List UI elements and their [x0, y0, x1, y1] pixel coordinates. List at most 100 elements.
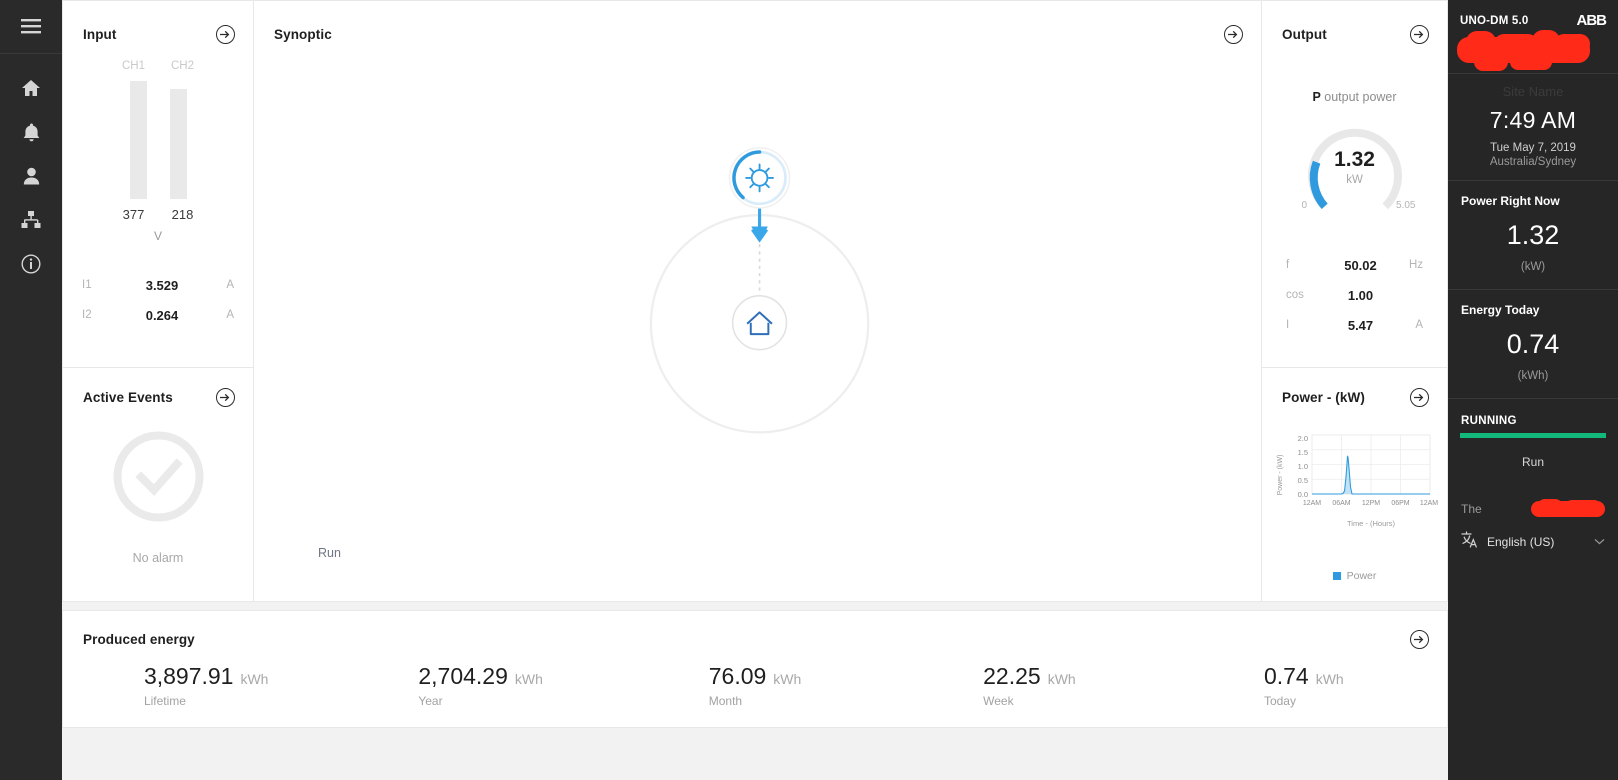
output-details-arrow-button[interactable] [1410, 25, 1429, 44]
produced-energy-label: Month [708, 694, 743, 708]
abb-logo: ABB [1576, 12, 1607, 29]
power-chart-svg[interactable]: Power - (kW) 2.0 1.5 1.0 0.5 0.0 12AM 06… [1270, 423, 1440, 551]
produced-energy-label: Week [983, 694, 1014, 708]
chart-ylabel: Power - (kW) [1277, 455, 1284, 496]
channel-bar [129, 81, 147, 199]
power-chart-header: Power - (kW) [1262, 368, 1447, 407]
produced-energy-value: 76.09 [708, 663, 767, 689]
language-value: English (US) [1487, 535, 1555, 549]
output-gauge-label-text: output power [1320, 90, 1397, 104]
translate-icon [1461, 531, 1478, 553]
chart-ytick: 1.5 [1298, 448, 1308, 457]
arrow-right-icon [1414, 26, 1425, 44]
produced-energy-label: Lifetime [143, 694, 186, 708]
produced-energy-details-arrow-button[interactable] [1410, 630, 1429, 649]
hamburger-menu-button[interactable] [0, 0, 62, 54]
network-icon [21, 211, 41, 229]
sidebar-item-devices[interactable] [0, 198, 62, 242]
chart-grid [1311, 434, 1431, 495]
output-gauge-unit: kW [1346, 174, 1363, 186]
output-header: Output [1262, 1, 1447, 44]
produced-energy-item: 76.09 kWh Month [618, 663, 892, 710]
power-chart-details-arrow-button[interactable] [1410, 388, 1429, 407]
produced-energy-item: 22.25 kWh Week [892, 663, 1166, 710]
top-cards-row: Input CH1 CH2 377 218 V I1 3.529 A I2 0.… [62, 0, 1448, 602]
channel-labels: CH1 CH2 [63, 60, 253, 72]
produced-energy-title: Produced energy [83, 632, 195, 647]
current-time: 7:49 AM [1489, 107, 1577, 133]
dashboard-root: Input CH1 CH2 377 218 V I1 3.529 A I2 0.… [0, 0, 1618, 780]
sidebar-item-alerts[interactable] [0, 110, 62, 154]
synoptic-load-node [731, 295, 788, 351]
chart-xtick: 12PM [1362, 500, 1380, 507]
power-right-now-label: Power Right Now [1461, 194, 1560, 208]
chevron-down-icon [1594, 536, 1605, 548]
channel-value: 377 [122, 207, 145, 222]
arrow-right-icon [220, 389, 231, 407]
output-gauge-label-symbol: P [1312, 90, 1321, 104]
arrow-right-icon [1414, 389, 1425, 407]
energy-today-section: Energy Today 0.74 (kWh) [1448, 290, 1618, 399]
output-value: 5.47 [1347, 317, 1374, 333]
chart-ytick: 1.0 [1298, 462, 1308, 471]
input-details-arrow-button[interactable] [216, 25, 235, 44]
output-unit: Hz [1408, 259, 1423, 271]
left-column: Input CH1 CH2 377 218 V I1 3.529 A I2 0.… [62, 0, 254, 602]
right-column: Output P output power 1.32 kW 0 5.05 f 5… [1262, 0, 1448, 602]
active-events-header: Active Events [63, 368, 253, 407]
power-chart-card: Power - (kW) Power - (kW) 2.0 1.5 1.0 0.… [1262, 368, 1448, 602]
produced-energy-label: Today [1263, 694, 1296, 708]
synoptic-source-node [728, 147, 791, 209]
current-key: I1 [82, 279, 92, 291]
sidebar-item-home[interactable] [0, 66, 62, 110]
arrow-right-icon [1414, 631, 1425, 649]
sidebar-item-user[interactable] [0, 154, 62, 198]
produced-energy-label: Year [418, 694, 443, 708]
current-unit: A [226, 309, 234, 321]
output-measurement-row: f 50.02 Hz [1286, 250, 1423, 280]
channel-values: 377 218 [63, 207, 253, 222]
legend-label-power: Power [1346, 570, 1377, 582]
power-right-now-unit: (kW) [1520, 261, 1546, 273]
produced-energy-value: 0.74 [1263, 663, 1309, 689]
site-name-label: Site Name [1502, 84, 1564, 99]
alarm-status-text: No alarm [132, 551, 184, 565]
input-card-title: Input [83, 27, 117, 42]
chart-ytick: 0.5 [1298, 476, 1308, 485]
language-selector[interactable]: English (US) [1448, 519, 1618, 553]
synoptic-run-label: Run [318, 546, 341, 560]
current-unit: A [226, 279, 234, 291]
sidebar-item-info[interactable] [0, 242, 62, 286]
produced-energy-values: 3,897.91 kWh Lifetime 2,704.29 kWh Year 76… [63, 663, 1447, 710]
power-right-now-value: 1.32 [1506, 220, 1560, 250]
chart-xtick: 12AM [1420, 500, 1438, 507]
chart-legend[interactable]: Power [1262, 570, 1447, 582]
produced-energy-item: 2,704.29 kWh Year [343, 663, 617, 710]
produced-energy-item: 0.74 kWh Today [1167, 663, 1441, 710]
produced-energy-item: 3,897.91 kWh Lifetime [69, 663, 343, 710]
voltage-unit: V [153, 229, 162, 243]
power-right-now-section: Power Right Now 1.32 (kW) [1448, 181, 1618, 290]
the-row: The [1448, 487, 1618, 519]
chart-xtick: 06AM [1332, 500, 1350, 507]
produced-energy-unit: kWh [240, 671, 269, 687]
current-value: 0.264 [145, 307, 179, 323]
output-measurement-rows: f 50.02 Hz cos 1.00 I 5.47 A [1262, 250, 1447, 340]
timezone-label: Australia/Sydney [1489, 156, 1577, 168]
status-badge: RUNNING [1461, 415, 1517, 427]
active-events-card: Active Events No alarm [62, 368, 254, 602]
chart-ytick: 2.0 [1298, 434, 1308, 443]
output-value: 50.02 [1344, 257, 1377, 273]
active-events-details-arrow-button[interactable] [216, 388, 235, 407]
info-icon [21, 254, 41, 274]
output-measurement-row: cos 1.00 [1286, 280, 1423, 310]
output-gauge-label: P output power [1262, 90, 1447, 104]
output-card-title: Output [1282, 27, 1327, 42]
redacted-plant-name [1448, 29, 1618, 73]
legend-swatch-power [1332, 572, 1341, 580]
output-unit: A [1415, 319, 1423, 331]
produced-energy-card: Produced energy 3,897.91 kWh Lifetime 2,… [62, 610, 1448, 728]
chart-ytick: 0.0 [1298, 490, 1308, 499]
chart-xtick: 12AM [1303, 500, 1321, 507]
output-value: 1.00 [1347, 287, 1374, 303]
